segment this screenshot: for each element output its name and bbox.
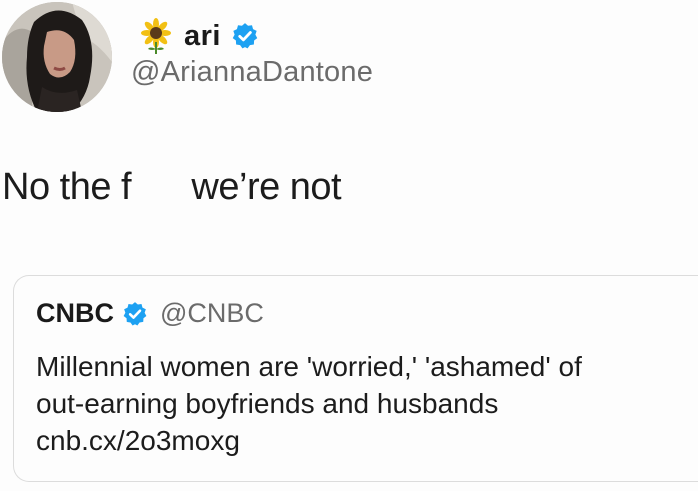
quoted-tweet-header: CNBC @CNBC bbox=[36, 298, 264, 329]
quoted-author-handle[interactable]: @CNBC bbox=[160, 298, 264, 329]
quoted-tweet-line: Millennial women are 'worried,' 'ashamed… bbox=[36, 351, 582, 382]
avatar-photo bbox=[2, 2, 112, 112]
quoted-tweet-link[interactable]: cnb.cx/2o3moxg bbox=[36, 422, 698, 459]
tweet: ari @AriannaDantone No the f we’re not C… bbox=[0, 0, 698, 491]
tweet-text: No the f we’re not bbox=[2, 166, 342, 208]
author-name-row: ari bbox=[138, 14, 259, 58]
sunflower-icon bbox=[138, 18, 174, 54]
author-display-name[interactable]: ari bbox=[184, 20, 221, 53]
verified-badge-icon bbox=[122, 301, 148, 327]
avatar[interactable] bbox=[2, 2, 112, 112]
verified-badge-icon bbox=[231, 22, 259, 50]
author-handle[interactable]: @AriannaDantone bbox=[131, 56, 373, 89]
quoted-tweet-card[interactable]: CNBC @CNBC Millennial women are 'worried… bbox=[13, 275, 698, 482]
quoted-tweet-line: out-earning boyfriends and husbands bbox=[36, 388, 499, 419]
quoted-tweet-text: Millennial women are 'worried,' 'ashamed… bbox=[36, 348, 698, 459]
quoted-author-name[interactable]: CNBC bbox=[36, 298, 114, 329]
